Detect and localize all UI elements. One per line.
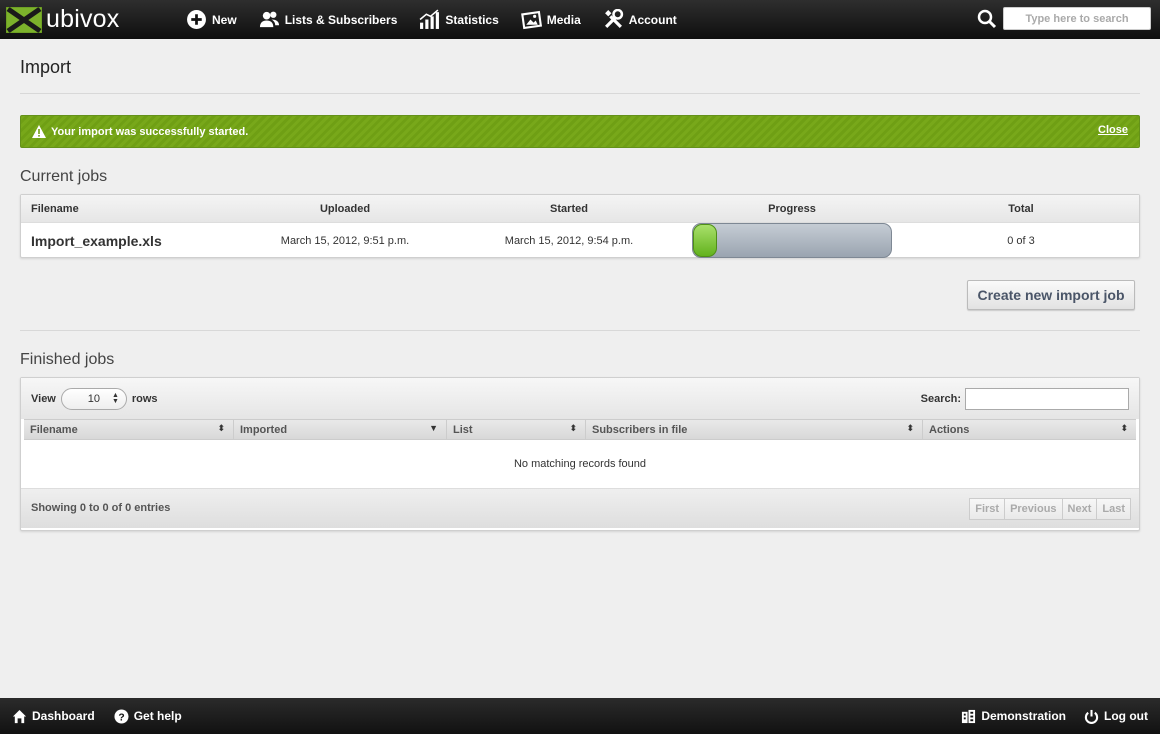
finished-jobs-toolbar: View 10 ▲ ▼ rows Search: bbox=[21, 378, 1139, 419]
sort-both-icon: ⬍ bbox=[217, 423, 225, 433]
current-jobs-header: Filename Uploaded Started Progress Total bbox=[21, 195, 1139, 223]
create-import-job-button[interactable]: Create new import job bbox=[967, 280, 1135, 310]
empty-message: No matching records found bbox=[513, 458, 647, 470]
col-progress: Progress bbox=[768, 202, 816, 215]
col-filename-label: Filename bbox=[30, 423, 78, 436]
job-filename: Import_example.xls bbox=[31, 232, 162, 249]
progress-fill bbox=[693, 224, 717, 257]
nav-lists-subscribers-label: Lists & Subscribers bbox=[284, 12, 398, 27]
alert-close-link[interactable]: Close bbox=[1098, 124, 1128, 136]
dashboard-link[interactable]: Dashboard bbox=[12, 709, 95, 724]
col-imported[interactable]: Imported ▼ bbox=[234, 420, 447, 439]
nav-new-label: New bbox=[212, 12, 237, 27]
finished-jobs-header: Filename ⬍ Imported ▼ List ⬍ Subscribers in… bbox=[24, 419, 1136, 440]
log-out-link[interactable]: Log out bbox=[1084, 709, 1148, 724]
rows-per-page: View 10 ▲ ▼ rows bbox=[31, 388, 158, 410]
get-help-label: Get help bbox=[133, 709, 182, 723]
col-total: Total bbox=[1008, 202, 1034, 215]
job-started: March 15, 2012, 9:54 p.m. bbox=[504, 234, 634, 247]
top-navbar: ubivox New Lists & Subscribers Statistic… bbox=[0, 0, 1160, 39]
sort-both-icon: ⬍ bbox=[1120, 423, 1128, 433]
sort-desc-icon: ▼ bbox=[429, 423, 438, 433]
power-icon bbox=[1084, 709, 1099, 724]
dashboard-label: Dashboard bbox=[32, 709, 95, 723]
pager-last[interactable]: Last bbox=[1096, 498, 1131, 520]
top-search bbox=[977, 7, 1151, 30]
bar-chart-icon bbox=[419, 9, 440, 29]
nav-account-label: Account bbox=[628, 12, 677, 27]
ubivox-logo-icon bbox=[6, 6, 42, 33]
table-row: Import_example.xls March 15, 2012, 9:51 … bbox=[21, 223, 1139, 258]
rows-select-value: 10 bbox=[87, 393, 100, 405]
progress-bar bbox=[692, 223, 892, 258]
rows-label: rows bbox=[131, 393, 158, 405]
bottom-bar-right: Demonstration Log out bbox=[943, 709, 1148, 724]
current-jobs-title: Current jobs bbox=[20, 168, 108, 185]
divider bbox=[20, 93, 1140, 94]
col-subscribers-label: Subscribers in file bbox=[592, 423, 688, 436]
pager-first[interactable]: First bbox=[969, 498, 1006, 520]
top-search-input[interactable] bbox=[1003, 7, 1151, 30]
current-jobs-table: Filename Uploaded Started Progress Total… bbox=[20, 194, 1140, 258]
nav-account[interactable]: Account bbox=[603, 9, 677, 30]
demonstration-label: Demonstration bbox=[981, 709, 1067, 723]
nav-media[interactable]: Media bbox=[520, 9, 581, 30]
col-uploaded: Uploaded bbox=[319, 202, 371, 215]
users-icon bbox=[259, 11, 279, 28]
pagination: First Previous Next Last bbox=[969, 498, 1131, 520]
sort-both-icon: ⬍ bbox=[906, 423, 914, 433]
col-subscribers-in-file[interactable]: Subscribers in file ⬍ bbox=[586, 420, 923, 439]
page-title: Import bbox=[20, 57, 72, 77]
bottom-bar: Dashboard ? Get help Demonstration Log o… bbox=[0, 698, 1160, 734]
col-started: Started bbox=[550, 202, 588, 215]
table-search-input[interactable] bbox=[965, 388, 1129, 410]
home-icon bbox=[12, 709, 27, 723]
alert-message: Your import was successfully started. bbox=[51, 125, 249, 138]
table-search: Search: bbox=[921, 388, 1129, 410]
nav-new[interactable]: New bbox=[186, 9, 237, 30]
job-uploaded: March 15, 2012, 9:51 p.m. bbox=[280, 234, 410, 247]
entries-info: Showing 0 to 0 of 0 entries bbox=[31, 502, 171, 514]
svg-text:?: ? bbox=[118, 712, 124, 723]
divider bbox=[20, 330, 1140, 331]
col-filename[interactable]: Filename ⬍ bbox=[24, 420, 234, 439]
main-nav: New Lists & Subscribers Statistics Media… bbox=[186, 9, 699, 30]
image-icon bbox=[520, 10, 542, 30]
col-list-label: List bbox=[453, 423, 473, 436]
demonstration-link[interactable]: Demonstration bbox=[961, 709, 1066, 724]
view-label: View bbox=[31, 393, 56, 405]
col-list[interactable]: List ⬍ bbox=[447, 420, 586, 439]
finished-jobs-footer: Showing 0 to 0 of 0 entries First Previo… bbox=[21, 488, 1139, 528]
help-icon: ? bbox=[114, 708, 129, 724]
col-imported-label: Imported bbox=[240, 423, 288, 436]
warning-icon bbox=[32, 125, 46, 138]
bottom-bar-left: Dashboard ? Get help bbox=[12, 708, 201, 724]
nav-statistics-label: Statistics bbox=[445, 12, 499, 27]
finished-jobs-table: View 10 ▲ ▼ rows Search: Filename ⬍ Import… bbox=[20, 377, 1140, 531]
nav-lists-subscribers[interactable]: Lists & Subscribers bbox=[259, 9, 398, 30]
select-arrows-icon: ▲ ▼ bbox=[111, 392, 119, 405]
search-icon[interactable] bbox=[977, 9, 997, 29]
pager-next[interactable]: Next bbox=[1061, 498, 1098, 520]
col-actions-label: Actions bbox=[929, 423, 970, 436]
table-search-label: Search: bbox=[920, 393, 961, 405]
brand-logo[interactable]: ubivox bbox=[6, 5, 176, 34]
finished-jobs-title: Finished jobs bbox=[20, 351, 115, 368]
nav-statistics[interactable]: Statistics bbox=[419, 9, 499, 30]
get-help-link[interactable]: ? Get help bbox=[114, 708, 182, 724]
success-alert: Your import was successfully started. Cl… bbox=[20, 115, 1140, 148]
nav-media-label: Media bbox=[546, 12, 581, 27]
col-filename: Filename bbox=[31, 202, 79, 215]
col-actions[interactable]: Actions ⬍ bbox=[923, 420, 1136, 439]
pager-previous[interactable]: Previous bbox=[1004, 498, 1063, 520]
building-icon bbox=[962, 709, 976, 723]
brand-name: ubivox bbox=[46, 5, 120, 33]
job-progress-cell bbox=[691, 223, 893, 258]
tools-icon bbox=[604, 9, 623, 28]
job-total: 0 of 3 bbox=[1007, 234, 1035, 247]
log-out-label: Log out bbox=[1104, 709, 1148, 723]
rows-select[interactable]: 10 ▲ ▼ bbox=[60, 388, 127, 410]
sort-both-icon: ⬍ bbox=[569, 423, 577, 433]
plus-circle-icon bbox=[187, 10, 206, 29]
